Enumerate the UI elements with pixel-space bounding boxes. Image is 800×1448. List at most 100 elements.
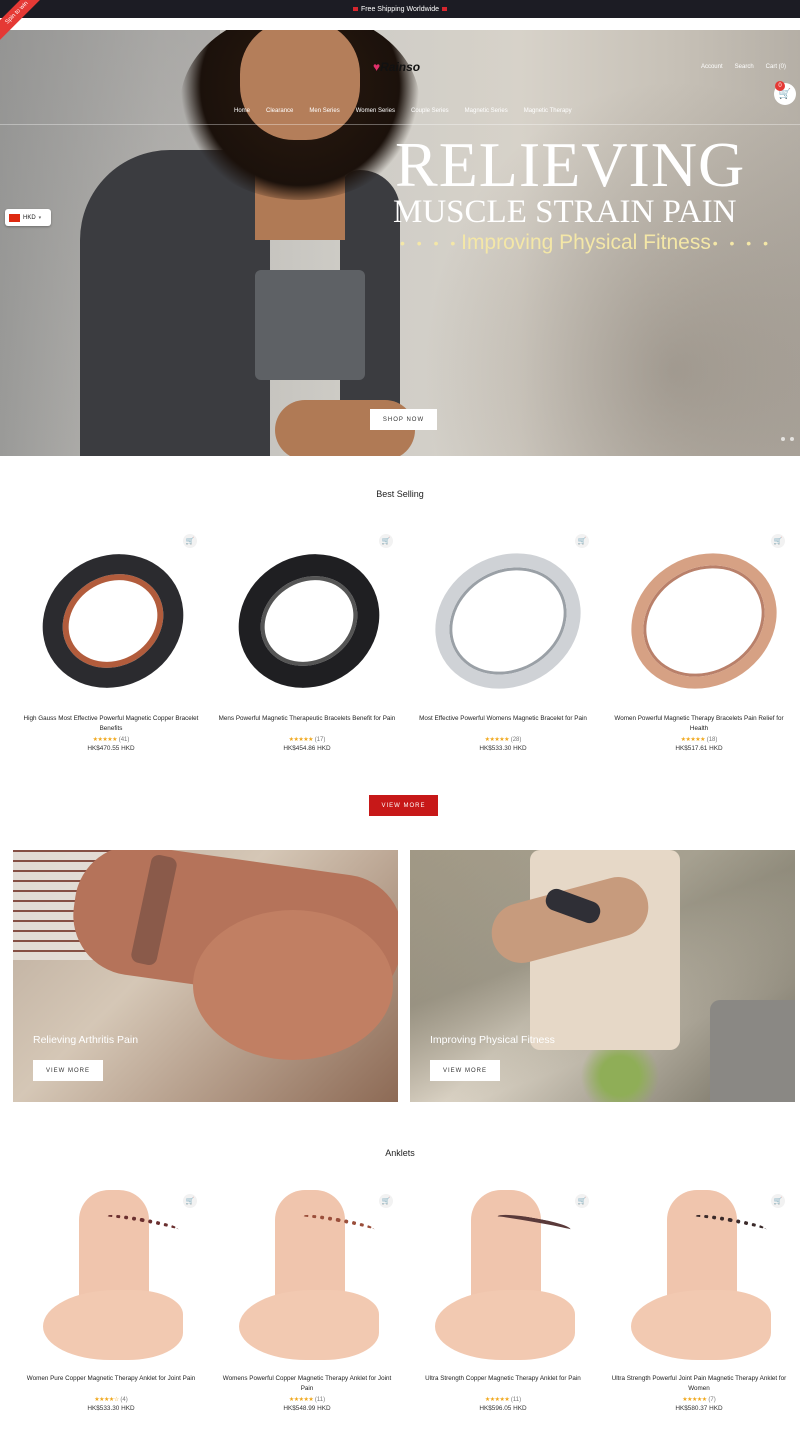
product-card[interactable]: 🛒 Mens Powerful Magnetic Therapeutic Bra… xyxy=(209,528,405,752)
product-card[interactable]: 🛒 Most Effective Powerful Womens Magneti… xyxy=(405,527,606,752)
cart-icon[interactable]: 🛒 xyxy=(183,534,197,548)
promo-view-more-button[interactable]: VIEW MORE xyxy=(430,1060,500,1081)
product-name[interactable]: High Gauss Most Effective Powerful Magne… xyxy=(13,714,209,734)
star-icon: ★★★★★ xyxy=(680,737,706,743)
product-rating: ★★★★★ (18) xyxy=(601,736,797,743)
review-count: (18) xyxy=(706,737,718,743)
product-image[interactable]: 🛒 xyxy=(19,1190,203,1366)
product-image[interactable]: 🛒 xyxy=(607,1190,791,1366)
review-count: (4) xyxy=(120,1397,128,1403)
star-icon xyxy=(352,7,358,11)
product-price: HK$533.30 HKD xyxy=(479,745,527,752)
star-icon: ★★★★★ xyxy=(484,1397,510,1403)
nav-home[interactable]: Home xyxy=(234,108,250,114)
review-count: (41) xyxy=(118,737,130,743)
promo-banner-arthritis[interactable]: Relieving Arthritis Pain VIEW MORE xyxy=(13,850,398,1102)
product-name[interactable]: Womens Powerful Copper Magnetic Therapy … xyxy=(209,1374,405,1394)
star-icon: ★★★★★ xyxy=(288,1397,314,1403)
currency-code: HKD xyxy=(23,214,36,221)
review-count: (28) xyxy=(510,737,522,743)
shop-now-button[interactable]: SHOP NOW xyxy=(370,409,437,430)
product-price: HK$596.05 HKD xyxy=(479,1405,527,1412)
announcement-bar: Free Shipping Worldwide xyxy=(0,0,800,18)
tagline-dots-right: • • • • xyxy=(712,235,772,251)
bracelet-image xyxy=(18,528,208,714)
product-price: HK$454.86 HKD xyxy=(283,745,331,752)
promo-banner-fitness[interactable]: Improving Physical Fitness VIEW MORE xyxy=(410,850,795,1102)
search-link[interactable]: Search xyxy=(735,64,754,70)
product-name[interactable]: Most Effective Powerful Womens Magnetic … xyxy=(405,714,601,734)
hero-subheadline: MUSCLE STRAIN PAIN xyxy=(393,194,737,230)
product-card[interactable]: 🛒 Womens Powerful Copper Magnetic Therap… xyxy=(209,1190,405,1412)
nav-divider xyxy=(0,124,800,125)
hero-model-top xyxy=(255,270,365,380)
view-more-button[interactable]: VIEW MORE xyxy=(369,795,438,816)
cart-icon[interactable]: 🛒 xyxy=(575,1194,589,1208)
product-card[interactable]: 🛒 Women Pure Copper Magnetic Therapy Ank… xyxy=(13,1190,209,1412)
product-name[interactable]: Ultra Strength Copper Magnetic Therapy A… xyxy=(405,1374,601,1394)
hero-tagline: • • • • Improving Physical Fitness • • •… xyxy=(400,231,772,255)
product-name[interactable]: Mens Powerful Magnetic Therapeutic Brace… xyxy=(209,714,405,734)
nav-magnetic-series[interactable]: Magnetic Series xyxy=(465,108,508,114)
product-image[interactable]: 🛒 xyxy=(18,528,208,714)
cart-icon[interactable]: 🛒 xyxy=(379,534,393,548)
account-link[interactable]: Account xyxy=(701,64,723,70)
slider-dots xyxy=(781,437,794,441)
star-icon: ★★★★★ xyxy=(288,737,314,743)
product-image[interactable]: 🛒 xyxy=(411,1190,595,1366)
star-icon: ★★★★★ xyxy=(682,1397,707,1403)
slider-dot[interactable] xyxy=(781,437,785,441)
site-logo[interactable]: ♥Rainso xyxy=(373,60,420,74)
product-card[interactable]: 🛒 Ultra Strength Copper Magnetic Therapy… xyxy=(405,1190,601,1412)
nav-magnetic-therapy[interactable]: Magnetic Therapy xyxy=(524,108,572,114)
promo-view-more-button[interactable]: VIEW MORE xyxy=(33,1060,103,1081)
product-image[interactable]: 🛒 xyxy=(410,527,606,715)
cart-icon[interactable]: 🛒 xyxy=(183,1194,197,1208)
promo-title: Improving Physical Fitness xyxy=(430,1034,555,1046)
nav-women-series[interactable]: Women Series xyxy=(356,108,395,114)
cart-icon[interactable]: 🛒 xyxy=(379,1194,393,1208)
foot-image xyxy=(239,1290,379,1360)
product-price: HK$580.37 HKD xyxy=(675,1405,723,1412)
product-image[interactable]: 🛒 xyxy=(214,528,404,714)
currency-selector[interactable]: HKD ▾ xyxy=(5,209,51,226)
product-rating: ★★★★★ (11) xyxy=(209,1396,405,1403)
foot-image xyxy=(631,1290,771,1360)
hk-flag-icon xyxy=(9,213,20,222)
product-price: HK$517.61 HKD xyxy=(675,745,723,752)
cart-icon[interactable]: 🛒 xyxy=(771,1194,785,1208)
nav-couple-series[interactable]: Couple Series xyxy=(411,108,449,114)
bracelet-image xyxy=(410,527,606,715)
product-price: HK$470.55 HKD xyxy=(87,745,135,752)
cart-link[interactable]: Cart (0) xyxy=(766,64,786,70)
product-card[interactable]: 🛒 High Gauss Most Effective Powerful Mag… xyxy=(13,528,209,752)
product-card[interactable]: 🛒 Ultra Strength Powerful Joint Pain Mag… xyxy=(601,1190,797,1412)
best-selling-grid: 🛒 High Gauss Most Effective Powerful Mag… xyxy=(13,527,800,752)
chevron-down-icon: ▾ xyxy=(38,214,42,221)
star-icon: ★★★★★ xyxy=(92,737,118,743)
hand-image xyxy=(193,910,393,1060)
star-icon: ★★★★☆ xyxy=(94,1397,119,1403)
nav-clearance[interactable]: Clearance xyxy=(266,108,293,114)
product-rating: ★★★★☆ (4) xyxy=(13,1396,209,1403)
slider-dot[interactable] xyxy=(790,437,794,441)
promo-title: Relieving Arthritis Pain xyxy=(33,1034,139,1046)
cart-count-badge: 0 xyxy=(775,81,785,91)
review-count: (17) xyxy=(314,737,326,743)
product-name[interactable]: Ultra Strength Powerful Joint Pain Magne… xyxy=(601,1374,797,1394)
product-rating: ★★★★★ (11) xyxy=(405,1396,601,1403)
announcement-text: Free Shipping Worldwide xyxy=(360,5,440,13)
product-rating: ★★★★★ (41) xyxy=(13,736,209,743)
cart-icon[interactable]: 🛒 xyxy=(575,534,589,548)
product-name[interactable]: Women Powerful Magnetic Therapy Bracelet… xyxy=(601,714,797,734)
product-name[interactable]: Women Pure Copper Magnetic Therapy Ankle… xyxy=(13,1374,209,1394)
product-card[interactable]: 🛒 Women Powerful Magnetic Therapy Bracel… xyxy=(601,527,800,752)
tagline-dots-left: • • • • xyxy=(400,235,460,251)
product-rating: ★★★★★ (17) xyxy=(209,736,405,743)
cart-icon[interactable]: 🛒 xyxy=(771,534,785,548)
plant-image xyxy=(560,1050,680,1102)
product-image[interactable]: 🛒 xyxy=(215,1190,399,1366)
product-image[interactable]: 🛒 xyxy=(606,527,800,715)
header-utility-nav: Account Search Cart (0) xyxy=(701,64,786,70)
nav-men-series[interactable]: Men Series xyxy=(309,108,339,114)
